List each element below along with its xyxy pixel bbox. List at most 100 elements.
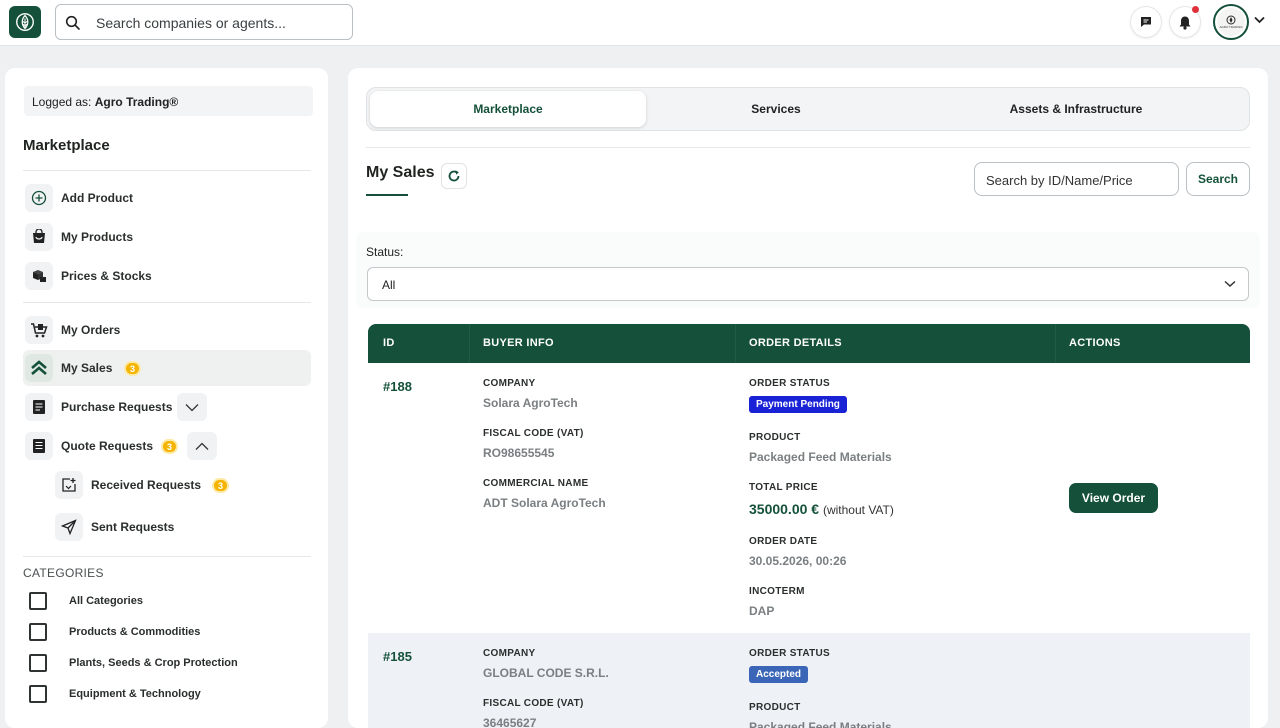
tab-services[interactable]: Services bbox=[646, 91, 906, 127]
order-id[interactable]: #188 bbox=[383, 379, 412, 394]
refresh-button[interactable] bbox=[441, 163, 467, 189]
table-row: #185 COMPANY GLOBAL CODE S.R.L. FISCAL C… bbox=[368, 633, 1250, 728]
table-header: ID BUYER INFO ORDER DETAILS ACTIONS bbox=[368, 324, 1250, 363]
logged-prefix: Logged as: bbox=[32, 95, 92, 109]
incoterm-label: INCOTERM bbox=[749, 586, 805, 597]
logged-user: Agro Trading® bbox=[94, 95, 179, 109]
category-checkbox[interactable] bbox=[29, 654, 47, 672]
notification-dot bbox=[1192, 6, 1199, 13]
fiscal-code-value: RO98655545 bbox=[483, 446, 555, 460]
sidebar-title: Marketplace bbox=[23, 137, 110, 154]
document-icon bbox=[25, 432, 53, 460]
title-underline bbox=[366, 194, 408, 196]
expand-purchase-requests-button[interactable] bbox=[177, 393, 207, 421]
search-placeholder: Search companies or agents... bbox=[96, 15, 286, 31]
company-logo-icon bbox=[1226, 15, 1236, 25]
chevron-down-icon bbox=[185, 403, 199, 411]
column-header-buyer-info: BUYER INFO bbox=[483, 337, 554, 349]
fiscal-code-label: FISCAL CODE (VAT) bbox=[483, 698, 584, 709]
page-title: My Sales bbox=[366, 164, 435, 181]
order-status-label: ORDER STATUS bbox=[749, 648, 831, 659]
status-select[interactable]: All bbox=[367, 267, 1249, 301]
product-label: PRODUCT bbox=[749, 702, 801, 713]
divider bbox=[366, 147, 1250, 148]
categories-heading: CATEGORIES bbox=[23, 566, 104, 580]
category-label: Equipment & Technology bbox=[69, 688, 201, 700]
sidebar-item-label: Add Product bbox=[61, 191, 133, 205]
status-badge: Payment Pending bbox=[749, 396, 847, 413]
sidebar-item-prices-stocks[interactable]: Prices & Stocks bbox=[23, 258, 311, 294]
tab-marketplace[interactable]: Marketplace bbox=[370, 91, 646, 127]
sidebar-subitem-received-requests[interactable]: Received Requests 3 bbox=[53, 467, 303, 503]
chevron-down-icon[interactable] bbox=[1254, 16, 1265, 24]
commercial-name-label: COMMERCIAL NAME bbox=[483, 478, 589, 489]
vat-note: (without VAT) bbox=[822, 503, 894, 517]
tab-bar: Marketplace Services Assets & Infrastruc… bbox=[366, 87, 1250, 131]
sidebar-item-add-product[interactable]: Add Product bbox=[23, 180, 311, 216]
company-label: COMPANY bbox=[483, 378, 536, 389]
order-id[interactable]: #185 bbox=[383, 649, 412, 664]
sidebar-item-my-products[interactable]: My Products bbox=[23, 219, 311, 255]
chevron-up-icon bbox=[195, 442, 209, 450]
category-checkbox[interactable] bbox=[29, 592, 47, 610]
tab-assets-infrastructure[interactable]: Assets & Infrastructure bbox=[906, 91, 1246, 127]
double-chevron-up-icon bbox=[25, 354, 53, 382]
count-badge: 3 bbox=[161, 439, 178, 454]
cart-icon bbox=[25, 316, 53, 344]
user-avatar[interactable]: AGRO TRADING bbox=[1213, 4, 1249, 40]
inbox-plus-icon bbox=[55, 471, 83, 499]
fiscal-code-value: 36465627 bbox=[483, 716, 537, 728]
total-price-value: 35000.00 € (without VAT) bbox=[749, 501, 894, 517]
global-search-input[interactable]: Search companies or agents... bbox=[55, 4, 353, 40]
refresh-icon bbox=[448, 170, 460, 182]
send-icon bbox=[55, 513, 83, 541]
leaf-logo-icon bbox=[16, 13, 34, 31]
sidebar-item-label: Prices & Stocks bbox=[61, 269, 152, 283]
sidebar-item-my-orders[interactable]: My Orders bbox=[23, 312, 311, 348]
avatar-text: AGRO TRADING bbox=[1219, 25, 1243, 29]
view-order-button[interactable]: View Order bbox=[1069, 483, 1158, 513]
sidebar-item-label: Received Requests bbox=[91, 478, 202, 492]
app-logo[interactable] bbox=[9, 6, 41, 38]
divider bbox=[23, 302, 311, 303]
main-panel: Marketplace Services Assets & Infrastruc… bbox=[348, 68, 1268, 728]
product-value: Packaged Feed Materials bbox=[749, 450, 892, 464]
messages-button[interactable] bbox=[1131, 7, 1161, 37]
order-date-label: ORDER DATE bbox=[749, 536, 818, 547]
incoterm-value: DAP bbox=[749, 604, 775, 618]
sales-table: ID BUYER INFO ORDER DETAILS ACTIONS #188… bbox=[368, 324, 1250, 728]
plus-circle-icon bbox=[25, 184, 53, 212]
column-header-actions: ACTIONS bbox=[1069, 337, 1121, 349]
sidebar-item-quote-requests[interactable]: Quote Requests 3 bbox=[23, 428, 311, 464]
sidebar-item-label: Purchase Requests bbox=[61, 400, 173, 414]
notifications-button[interactable] bbox=[1170, 6, 1200, 37]
product-value: Packaged Feed Materials bbox=[749, 720, 892, 728]
company-label: COMPANY bbox=[483, 648, 536, 659]
chat-icon bbox=[1141, 17, 1151, 27]
search-icon bbox=[65, 15, 80, 30]
category-label: All Categories bbox=[69, 595, 143, 607]
sidebar-item-label: Quote Requests bbox=[61, 439, 154, 453]
category-checkbox[interactable] bbox=[29, 623, 47, 641]
top-bar: Search companies or agents... AGRO TRADI… bbox=[0, 0, 1280, 46]
boxes-icon bbox=[25, 262, 53, 290]
collapse-quote-requests-button[interactable] bbox=[187, 432, 217, 460]
search-button[interactable]: Search bbox=[1186, 162, 1250, 196]
sales-search-input[interactable]: Search by ID/Name/Price bbox=[974, 162, 1179, 196]
sidebar-item-my-sales[interactable]: My Sales 3 bbox=[23, 350, 311, 386]
sidebar-subitem-sent-requests[interactable]: Sent Requests bbox=[53, 509, 303, 545]
total-price-label: TOTAL PRICE bbox=[749, 482, 818, 493]
status-select-value: All bbox=[382, 278, 396, 292]
divider bbox=[23, 556, 311, 557]
category-checkbox[interactable] bbox=[29, 685, 47, 703]
column-separator bbox=[469, 324, 470, 363]
price-amount: 35000.00 € bbox=[749, 501, 820, 517]
count-badge: 3 bbox=[124, 361, 141, 376]
logged-as-box: Logged as: Agro Trading® bbox=[24, 86, 313, 116]
sidebar-item-purchase-requests[interactable]: Purchase Requests bbox=[23, 389, 311, 425]
order-date-value: 30.05.2026, 00:26 bbox=[749, 554, 847, 568]
fiscal-code-label: FISCAL CODE (VAT) bbox=[483, 428, 584, 439]
column-separator bbox=[735, 324, 736, 363]
company-value: Solara AgroTech bbox=[483, 396, 578, 410]
order-status-label: ORDER STATUS bbox=[749, 378, 831, 389]
